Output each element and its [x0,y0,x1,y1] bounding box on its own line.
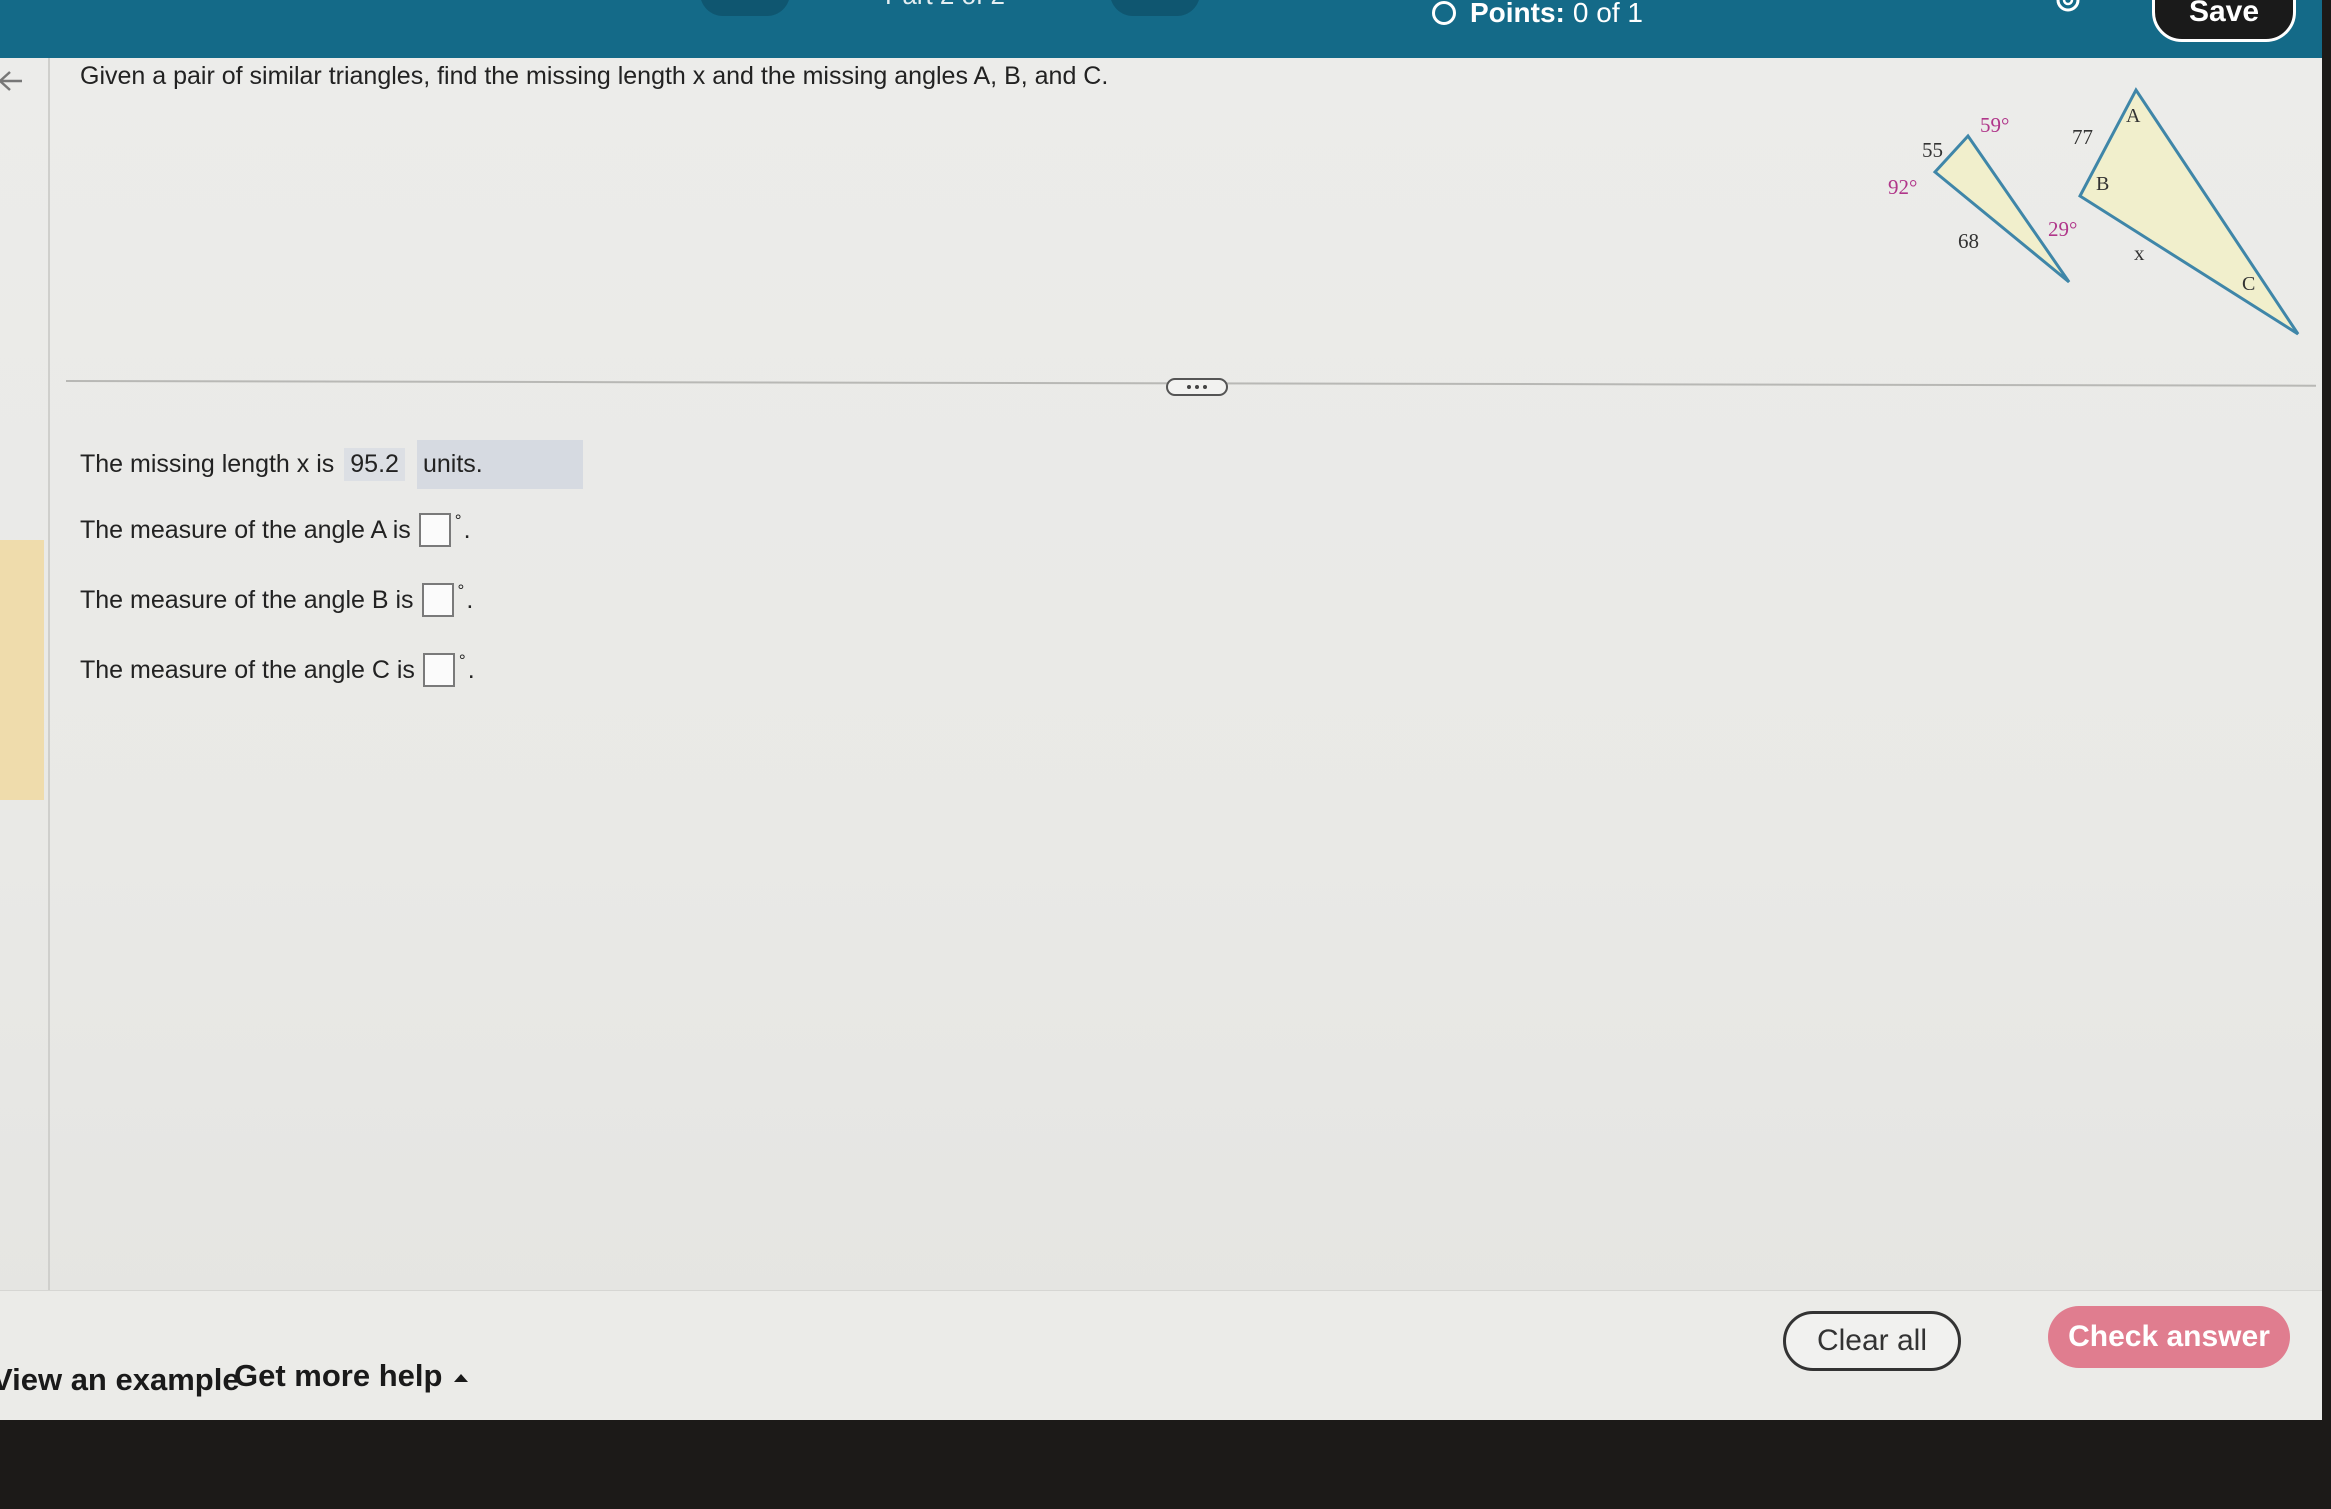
large-triangle [2078,87,2300,336]
angle-label-92: 92° [1888,175,1917,199]
side-tab[interactable] [0,540,44,800]
angle-c-prompt: The measure of the angle C is [80,655,415,684]
side-label-68: 68 [1958,229,1979,253]
dot-icon [1187,385,1191,389]
settings-gear-icon[interactable] [2050,0,2086,18]
clear-all-button[interactable]: Clear all [1783,1311,1961,1371]
period: . [467,655,475,684]
check-answer-button[interactable]: Check answer [2048,1306,2290,1368]
length-answer-value[interactable]: 95.2 [344,448,405,481]
degree-symbol: ° [458,651,466,670]
save-button[interactable]: Save [2152,0,2296,42]
period: . [466,585,474,614]
header-decoration [700,0,790,16]
degree-symbol: ° [454,511,462,530]
side-label-x: x [2134,241,2145,265]
angle-c-line: The measure of the angle C is ° . [80,651,475,687]
points-label: Points: [1470,0,1565,28]
points-value: 0 of 1 [1572,0,1643,28]
get-more-help-label: Get more help [234,1358,443,1393]
angle-c-input[interactable] [422,653,455,687]
app-screen: Part 2 of 2 Points: 0 of 1 Save Given a … [0,0,2322,1420]
angle-b-prompt: The measure of the angle B is [80,585,414,614]
points-circle-icon [1432,1,1456,25]
view-example-link[interactable]: View an example [0,1362,240,1398]
dot-icon [1203,385,1207,389]
period: . [463,515,471,544]
length-prompt: The missing length x is [80,450,335,478]
side-label-55: 55 [1922,138,1943,162]
length-units: units. [416,440,583,489]
header-decoration [1110,0,1200,16]
part-label: Part 2 of 2 [885,0,1005,11]
small-triangle [1932,133,2071,284]
side-label-77: 77 [2072,125,2093,149]
similar-triangles-figure: 55 68 92° 59° 29° 77 x A B C [1888,87,2300,336]
angle-label-29: 29° [2048,217,2077,241]
bottom-toolbar [0,1290,2322,1420]
get-more-help-menu[interactable]: Get more help [234,1358,469,1394]
angle-a-line: The measure of the angle A is ° . [80,511,471,547]
collapse-arrow-icon[interactable] [0,66,26,96]
angle-a-input[interactable] [418,513,451,547]
question-prompt: Given a pair of similar triangles, find … [80,62,1109,90]
angle-a-prompt: The measure of the angle A is [80,515,411,544]
caret-up-icon [454,1374,469,1382]
length-answer-line: The missing length x is 95.2 units. [80,440,583,489]
vertex-label-a: A [2126,105,2141,127]
angle-label-59: 59° [1980,113,2009,137]
points-indicator: Points: 0 of 1 [1432,0,1643,28]
dot-icon [1195,385,1199,389]
expand-more-button[interactable] [1166,378,1228,396]
angle-b-input[interactable] [421,583,454,617]
vertex-label-c: C [2242,273,2255,295]
vertex-label-b: B [2096,173,2109,195]
degree-symbol: ° [457,581,465,600]
top-bar: Part 2 of 2 Points: 0 of 1 Save [0,0,2322,58]
angle-b-line: The measure of the angle B is ° . [80,581,474,617]
